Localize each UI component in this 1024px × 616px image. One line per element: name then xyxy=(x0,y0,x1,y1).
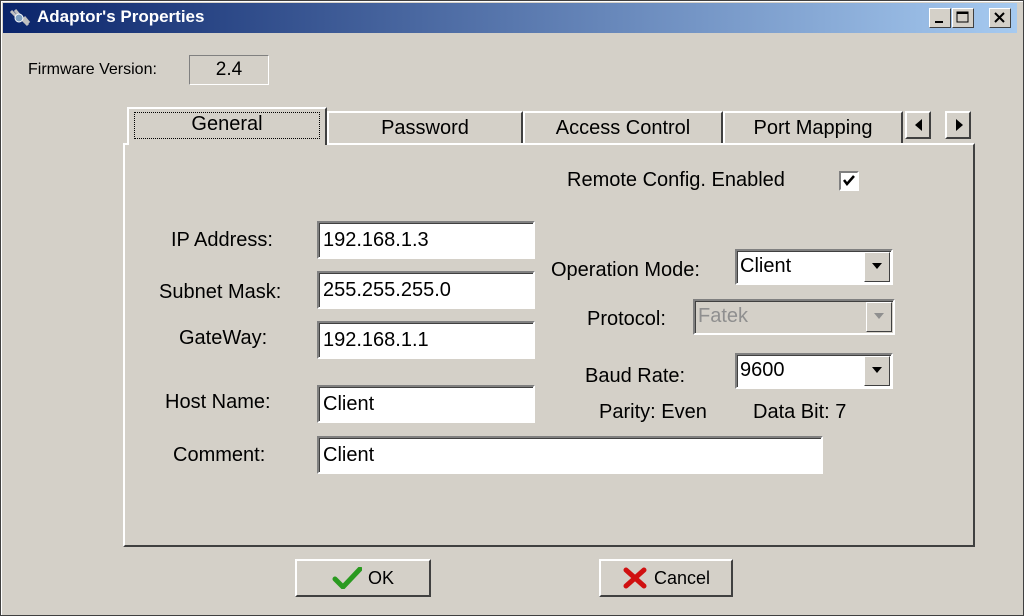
window-title: Adaptor's Properties xyxy=(37,7,205,26)
tab-port-mapping[interactable]: Port Mapping xyxy=(723,111,903,143)
baud-rate-label: Baud Rate: xyxy=(585,365,686,387)
subnet-mask-label: Subnet Mask: xyxy=(159,281,282,303)
arrow-left-icon xyxy=(915,119,922,131)
close-icon xyxy=(994,12,1005,23)
tab-scroll-left-button[interactable] xyxy=(905,111,931,139)
remote-config-label: Remote Config. Enabled xyxy=(567,169,785,191)
operation-mode-select[interactable]: Client xyxy=(735,249,893,285)
baud-rate-dropdown-button[interactable] xyxy=(864,356,890,386)
checkmark-icon xyxy=(332,567,362,589)
parity-text: Parity: Even xyxy=(599,401,707,423)
operation-mode-dropdown-button[interactable] xyxy=(864,252,890,282)
chevron-down-icon xyxy=(872,263,882,269)
gateway-field[interactable]: 192.168.1.1 xyxy=(317,321,535,359)
minimize-icon xyxy=(935,21,943,23)
baud-rate-select[interactable]: 9600 xyxy=(735,353,893,389)
tab-access-control[interactable]: Access Control xyxy=(523,111,723,143)
network-adapter-icon xyxy=(9,8,31,28)
adaptor-properties-window: Adaptor's Properties Firmware Version: 2… xyxy=(0,0,1024,616)
remote-config-checkbox[interactable] xyxy=(839,171,859,191)
close-button[interactable] xyxy=(989,8,1011,28)
ip-address-label: IP Address: xyxy=(171,229,273,251)
operation-mode-value: Client xyxy=(740,255,792,277)
arrow-right-icon xyxy=(956,119,963,131)
ok-button[interactable]: OK xyxy=(295,559,431,597)
tab-access-control-label: Access Control xyxy=(555,117,691,139)
protocol-dropdown-button xyxy=(866,302,892,332)
protocol-select: Fatek xyxy=(693,299,895,335)
baud-rate-value: 9600 xyxy=(740,359,785,381)
protocol-value: Fatek xyxy=(698,305,749,327)
ok-button-label: OK xyxy=(367,567,394,588)
checkmark-icon xyxy=(843,175,855,186)
tab-scroll-right-button[interactable] xyxy=(945,111,971,139)
red-x-icon xyxy=(623,567,647,589)
chevron-down-icon xyxy=(874,313,884,319)
data-bit-text: Data Bit: 7 xyxy=(753,401,847,423)
tab-general[interactable]: General xyxy=(127,107,327,145)
minimize-button[interactable] xyxy=(929,8,951,28)
tab-password-label: Password xyxy=(381,117,469,139)
maximize-icon xyxy=(956,11,969,23)
tab-port-mapping-label: Port Mapping xyxy=(753,117,873,139)
gateway-label: GateWay: xyxy=(179,327,268,349)
firmware-version-label: Firmware Version: xyxy=(28,61,157,78)
maximize-button[interactable] xyxy=(952,8,974,28)
cancel-button-label: Cancel xyxy=(653,567,711,588)
comment-label: Comment: xyxy=(173,444,266,466)
tab-password[interactable]: Password xyxy=(327,111,523,143)
firmware-version-value: 2.4 xyxy=(189,55,269,85)
cancel-button[interactable]: Cancel xyxy=(599,559,733,597)
comment-field[interactable]: Client xyxy=(317,436,823,474)
chevron-down-icon xyxy=(872,367,882,373)
protocol-label: Protocol: xyxy=(587,308,666,330)
host-name-field[interactable]: Client xyxy=(317,385,535,423)
operation-mode-label: Operation Mode: xyxy=(551,259,700,281)
ip-address-field[interactable]: 192.168.1.3 xyxy=(317,221,535,259)
subnet-mask-field[interactable]: 255.255.255.0 xyxy=(317,271,535,309)
title-bar[interactable]: Adaptor's Properties xyxy=(3,3,1017,33)
focus-rect xyxy=(134,112,320,139)
host-name-label: Host Name: xyxy=(165,391,271,413)
